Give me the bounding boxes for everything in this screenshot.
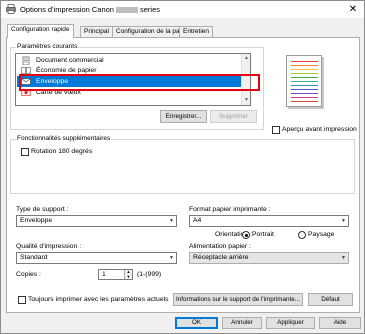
tab-maintenance[interactable]: Entretien — [179, 26, 214, 37]
model-redaction — [115, 7, 138, 14]
always-print-checkbox[interactable] — [18, 296, 26, 304]
save-button[interactable]: Enregistrer... — [160, 110, 207, 123]
window-title-prefix: Options d'impression Canon — [20, 5, 114, 14]
print-quality-label: Qualité d'impression : — [16, 243, 82, 250]
default-button[interactable]: Défaut — [308, 293, 353, 306]
copies-label: Copies : — [16, 271, 41, 278]
media-type-label: Type de support : — [16, 206, 69, 213]
media-type-select[interactable]: Enveloppe ▼ — [16, 215, 177, 227]
preview-checkbox[interactable] — [272, 126, 280, 134]
copies-range: (1-(999) — [137, 271, 162, 278]
delete-button[interactable]: Supprimer — [210, 110, 257, 123]
copies-value: 1 — [102, 271, 106, 278]
printer-options-dialog: Options d'impression Canon series ✕ Confi… — [0, 0, 365, 334]
chevron-down-icon: ▼ — [341, 255, 346, 261]
highlight-box — [19, 74, 260, 91]
portrait-radio[interactable] — [242, 231, 250, 239]
title-bar: Options d'impression Canon series ✕ — [1, 1, 364, 18]
tab-main[interactable]: Principal — [80, 26, 113, 37]
print-quality-select[interactable]: Standard ▼ — [16, 252, 177, 264]
copies-stepper[interactable]: 1 ▲ ▼ — [98, 269, 133, 280]
paper-source-label: Alimentation papier : — [189, 243, 251, 250]
scroll-down-arrow-icon[interactable]: ▼ — [242, 96, 250, 105]
landscape-label: Paysage — [308, 231, 335, 238]
close-button[interactable]: ✕ — [345, 2, 361, 17]
additional-features-label: Fonctionnalités supplémentaires — [16, 135, 112, 143]
rotate-180-checkbox[interactable] — [21, 148, 29, 156]
paper-saving-icon — [21, 67, 31, 74]
portrait-label: Portrait — [252, 231, 274, 238]
preview-label: Aperçu avant impression — [282, 126, 357, 133]
print-quality-value: Standard — [20, 254, 48, 261]
list-item-label: Économie de papier — [36, 67, 97, 74]
paper-size-label: Format papier imprimante : — [189, 206, 271, 213]
media-info-button[interactable]: Informations sur le support de l'imprima… — [173, 293, 303, 306]
rotate-180-label: Rotation 180 degrés — [31, 148, 93, 155]
chevron-down-icon: ▼ — [169, 218, 174, 224]
printer-icon — [6, 4, 16, 14]
always-print-label: Toujours imprimer avec les paramètres ac… — [28, 296, 169, 303]
current-settings-label: Paramètres courants — [16, 43, 79, 51]
window-title-suffix: series — [139, 5, 160, 14]
document-icon — [22, 56, 30, 65]
cancel-button[interactable]: Annuler — [222, 317, 262, 329]
chevron-down-icon: ▼ — [169, 255, 174, 261]
landscape-radio[interactable] — [298, 231, 306, 239]
window-title: Options d'impression Canon series — [20, 5, 160, 14]
paper-source-value: Réceptacle arrière — [193, 254, 249, 261]
ok-button[interactable]: OK — [175, 317, 218, 329]
media-type-value: Enveloppe — [20, 217, 53, 224]
apply-button[interactable]: Appliquer — [266, 317, 315, 329]
tab-quick-setup[interactable]: Configuration rapide — [7, 24, 74, 38]
paper-size-value: A4 — [193, 217, 202, 224]
chevron-down-icon: ▼ — [341, 218, 346, 224]
help-button[interactable]: Aide — [319, 317, 361, 329]
paper-size-select[interactable]: A4 ▼ — [189, 215, 349, 227]
stepper-down-icon[interactable]: ▼ — [124, 274, 132, 279]
list-item-label: Document commercial — [36, 57, 104, 64]
scroll-up-arrow-icon[interactable]: ▲ — [242, 54, 250, 63]
paper-source-select[interactable]: Réceptacle arrière ▼ — [189, 252, 349, 264]
print-preview — [286, 55, 322, 107]
